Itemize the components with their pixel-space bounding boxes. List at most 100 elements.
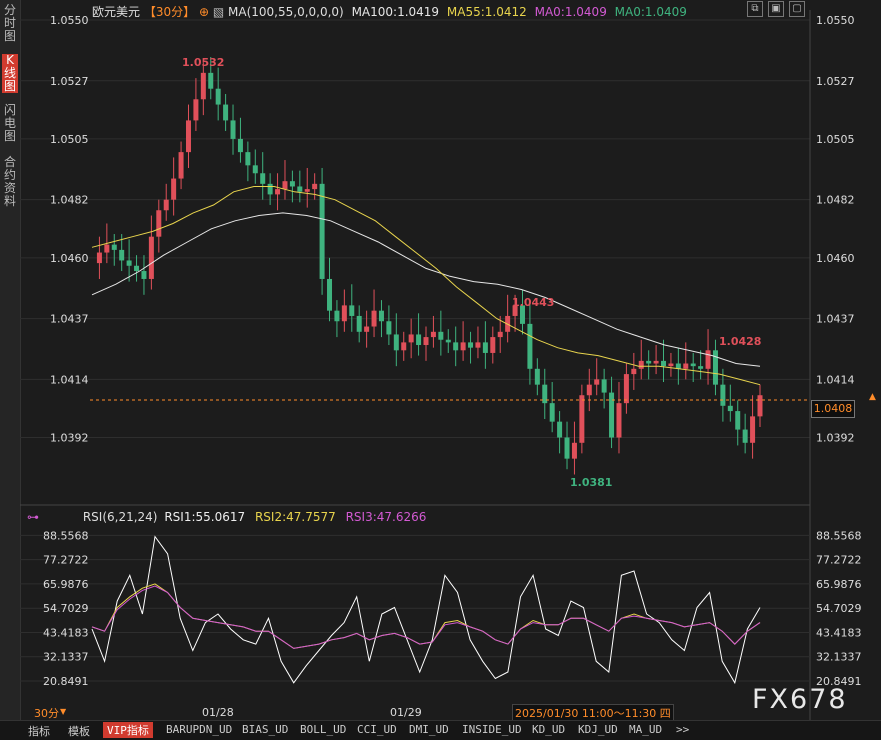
- candle-body: [661, 360, 667, 367]
- candle-body: [312, 183, 318, 190]
- candle-body: [156, 210, 162, 237]
- candle-body: [230, 120, 236, 139]
- ma0-value-a: MA0:1.0409: [534, 5, 607, 19]
- candle-body: [386, 321, 392, 335]
- rsi-settings-icon[interactable]: ⊶: [27, 510, 39, 524]
- candle-body: [757, 395, 763, 417]
- candle-body: [319, 183, 325, 279]
- candle-body: [356, 315, 362, 332]
- rsi3-value: RSI3:47.6266: [345, 510, 427, 524]
- candle-body: [720, 384, 726, 406]
- rsi-label[interactable]: RSI(6,21,24): [83, 510, 158, 524]
- rsi3-line: [91, 585, 761, 649]
- candle-body: [586, 384, 592, 396]
- candle-body: [171, 178, 177, 200]
- ma-label[interactable]: MA(100,55,0,0,0,0): [228, 5, 344, 19]
- ma0-value-b: MA0:1.0409: [614, 5, 687, 19]
- candle-body: [193, 99, 199, 121]
- tab-bias[interactable]: BIAS_UD: [242, 723, 288, 736]
- candle-body: [119, 249, 125, 261]
- annotation-mid-high: 1.0443: [512, 296, 554, 309]
- rsi-tick-right: 54.7029: [816, 602, 862, 615]
- tab-more[interactable]: >>: [676, 723, 689, 736]
- candle-body: [668, 363, 674, 367]
- candle-body: [349, 305, 355, 316]
- ma100-value: MA100:1.0419: [351, 5, 440, 19]
- tab-vip-indicator[interactable]: VIP指标: [103, 722, 153, 738]
- candlestick-series: [96, 56, 763, 475]
- tab-kd[interactable]: KD_UD: [532, 723, 565, 736]
- candle-body: [371, 310, 377, 327]
- candle-body: [564, 437, 570, 459]
- candle-body: [141, 271, 147, 279]
- candle-body: [401, 342, 407, 351]
- tab-indicator[interactable]: 指标: [28, 723, 50, 739]
- price-tick-right: 1.0437: [816, 313, 855, 326]
- candle-body: [126, 260, 132, 266]
- tab-template[interactable]: 模板: [68, 723, 90, 739]
- window-icon[interactable]: ▣: [768, 1, 784, 17]
- rsi-tick-left: 20.8491: [43, 675, 89, 688]
- candle-body: [453, 342, 459, 351]
- candle-body: [111, 244, 117, 250]
- candle-body: [727, 405, 733, 412]
- ma-settings-icon[interactable]: ▧: [213, 5, 224, 19]
- tab-ma[interactable]: MA_UD: [629, 723, 662, 736]
- rsi-tick-left: 32.1337: [43, 651, 89, 664]
- candle-body: [364, 326, 370, 332]
- candle-body: [631, 368, 637, 375]
- candle-body: [430, 331, 436, 338]
- candle-body: [341, 305, 347, 322]
- tab-boll[interactable]: BOLL_UD: [300, 723, 346, 736]
- rsi1-value: RSI1:55.0617: [164, 510, 246, 524]
- tab-cci[interactable]: CCI_UD: [357, 723, 397, 736]
- target-icon[interactable]: ⊕: [199, 5, 209, 19]
- candle-body: [742, 429, 748, 443]
- candle-body: [712, 350, 718, 385]
- candle-body: [646, 360, 652, 364]
- watermark-logo: FX678: [752, 684, 848, 715]
- chart-canvas: 1.0550 1.0550 1.0527 1.0527 1.0505 1.0505 1.04…: [20, 10, 862, 720]
- annotation-low: 1.0381: [570, 476, 612, 489]
- annotation-right-high: 1.0428: [719, 335, 761, 348]
- candle-body: [304, 189, 310, 192]
- bottom-period-label[interactable]: 30分: [34, 705, 59, 721]
- rsi-tick-right: 65.9876: [816, 578, 862, 591]
- price-tick-right: 1.0550: [816, 14, 855, 27]
- maximize-icon[interactable]: ▢: [789, 1, 805, 17]
- candle-body: [609, 392, 615, 438]
- price-tick-left: 1.0437: [50, 313, 89, 326]
- candle-body: [237, 138, 243, 153]
- candle-body: [653, 360, 659, 364]
- candle-body: [638, 360, 644, 369]
- candle-body: [594, 379, 600, 385]
- rsi-tick-right: 88.5568: [816, 529, 862, 542]
- candle-body: [534, 368, 540, 385]
- tab-dmi[interactable]: DMI_UD: [409, 723, 449, 736]
- rsi1-line: [91, 535, 761, 685]
- candle-body: [579, 395, 585, 443]
- candle-body: [393, 334, 399, 351]
- price-tick-left: 1.0550: [50, 14, 89, 27]
- rsi2-value: RSI2:47.7577: [254, 510, 336, 524]
- candle-body: [245, 152, 251, 166]
- tab-inside[interactable]: INSIDE_UD: [462, 723, 522, 736]
- rsi-tick-left: 88.5568: [43, 529, 89, 542]
- tab-kdj[interactable]: KDJ_UD: [578, 723, 618, 736]
- current-price-tag: 1.0408: [811, 400, 855, 418]
- price-tick-right: 1.0505: [816, 133, 855, 146]
- period-label[interactable]: 【30分】: [144, 5, 195, 19]
- candle-body: [571, 442, 577, 459]
- restore-icon[interactable]: ⧉: [747, 1, 763, 17]
- candle-body: [616, 403, 622, 438]
- price-tick-left: 1.0414: [50, 373, 89, 386]
- candle-body: [482, 342, 488, 353]
- candle-body: [134, 265, 140, 272]
- candle-body: [260, 173, 266, 184]
- tab-barupdn[interactable]: BARUPDN_UD: [166, 723, 232, 736]
- period-dropdown-icon[interactable]: ▼: [60, 707, 66, 716]
- candle-body: [297, 186, 303, 192]
- chart-header: 欧元美元 【30分】 ⊕ ▧ MA(100,55,0,0,0,0) MA100:…: [92, 3, 687, 20]
- candle-body: [460, 342, 466, 351]
- rsi-tick-left: 43.4183: [43, 626, 89, 639]
